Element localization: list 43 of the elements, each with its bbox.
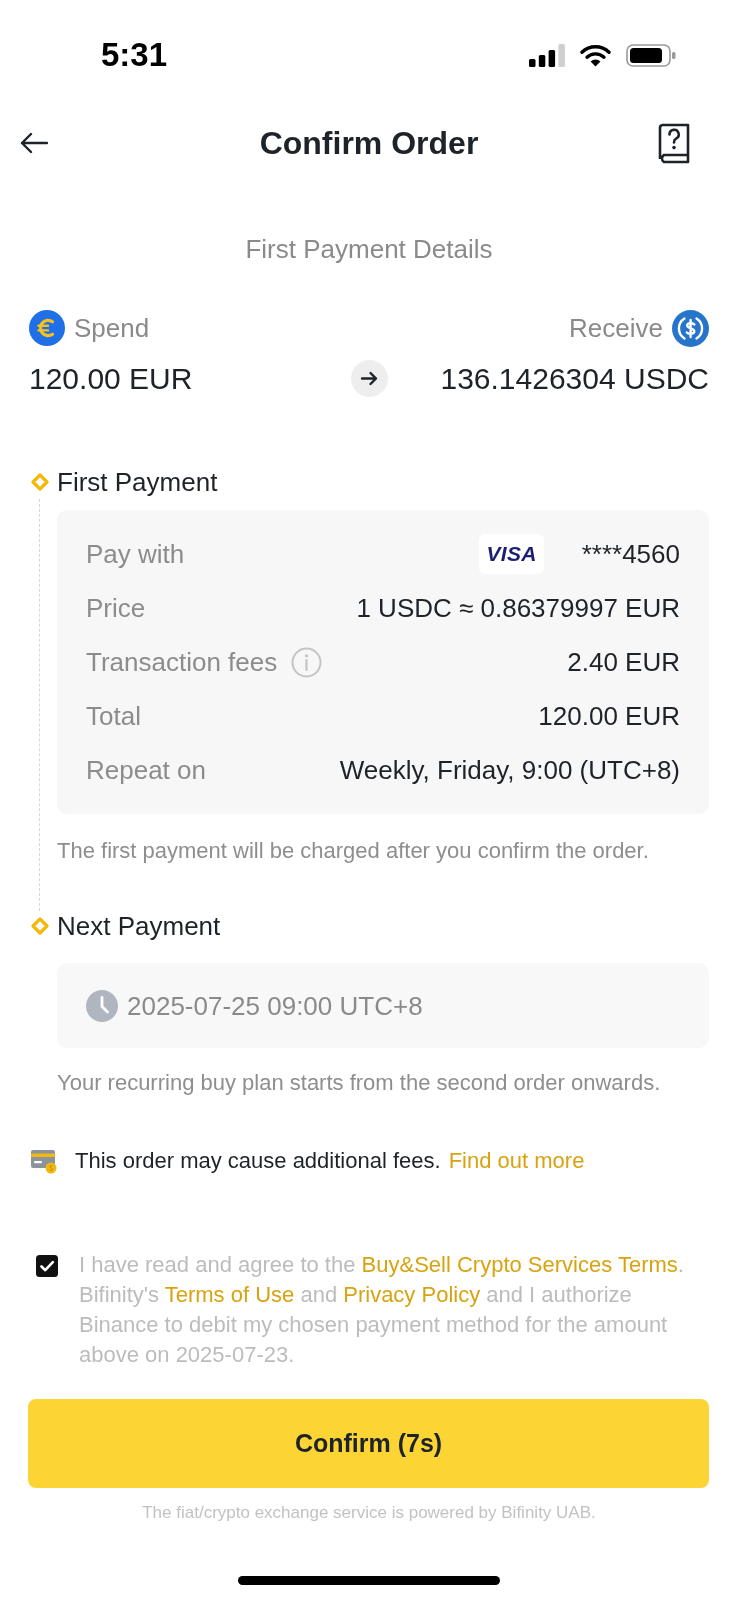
section-title: First Payment Details (244, 234, 494, 264)
spend-amount: 120.00 EUR (29, 360, 194, 397)
step-note: The first payment will be charged after you confirm the order. (57, 837, 650, 865)
status-time: 5:31 (101, 37, 168, 73)
card-fee-icon (31, 1148, 57, 1174)
detail-label: Price (86, 593, 146, 623)
detail-label: Repeat on (86, 755, 206, 785)
page-title: Confirm Order (259, 124, 479, 163)
help-book-icon[interactable] (657, 122, 691, 164)
dollar-coin-icon (672, 309, 709, 347)
detail-label: Total (86, 701, 141, 731)
signal-icon (529, 43, 565, 67)
wifi-icon (580, 43, 611, 67)
euro-coin-icon (29, 310, 65, 346)
diamond-icon (30, 473, 49, 491)
step-title: First Payment (57, 467, 219, 497)
detail-value: ****4560 (581, 539, 680, 569)
card-brand-logo: VISA (479, 534, 544, 574)
terms-text: I have read and agree to the Buy&Sell Crypto Services Terms. Bifinity's Terms of Use and Privacy Policy and I authorize Binance to debit my chosen payment method for the amount above on 2025-07-23. (79, 1251, 685, 1369)
step-title: Next Payment (57, 911, 222, 941)
confirm-button[interactable]: Confirm (7s) (28, 1399, 709, 1488)
checkbox-icon[interactable] (36, 1255, 58, 1277)
detail-value: Weekly, Friday, 9:00 (UTC+8) (339, 755, 680, 785)
battery-icon (626, 43, 676, 67)
find-out-more-link[interactable]: Find out more (448, 1146, 585, 1176)
footer-text: The fiat/crypto exchange service is powered by Bifinity UAB. (141, 1503, 597, 1523)
detail-value: 1 USDC ≈ 0.86379997 EUR (356, 593, 680, 623)
spend-label: Spend (74, 313, 150, 343)
terms-link[interactable]: Terms of Use (164, 1282, 295, 1307)
receive-amount: 136.1426304 USDC (440, 360, 709, 397)
detail-value: 120.00 EUR (538, 701, 680, 731)
next-payment-time: 2025-07-25 09:00 UTC+8 (127, 990, 423, 1021)
diamond-icon (30, 917, 49, 935)
back-icon[interactable] (20, 132, 48, 154)
terms-link[interactable]: Privacy Policy (343, 1282, 481, 1307)
step-note: Your recurring buy plan starts from the second order onwards. (57, 1069, 662, 1097)
terms-link[interactable]: Buy&Sell Crypto Services Terms (361, 1252, 678, 1277)
clock-icon (86, 989, 118, 1022)
receive-label: Receive (569, 313, 663, 343)
detail-label: Transaction fees (86, 647, 278, 677)
fees-notice-text: This order may cause additional fees. (75, 1147, 441, 1175)
detail-label: Pay with (86, 539, 185, 569)
detail-value: 2.40 EUR (567, 647, 680, 677)
